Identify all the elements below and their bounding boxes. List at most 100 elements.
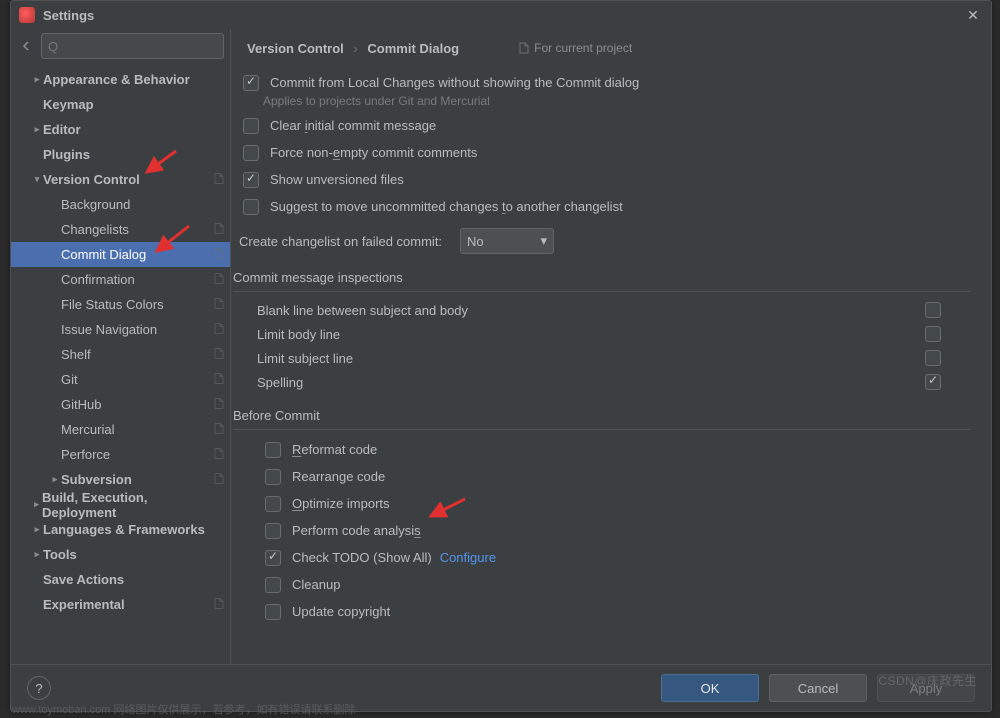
sidebar-item-version-control[interactable]: ▾Version Control bbox=[11, 167, 230, 192]
opt-commit-local-sub: Applies to projects under Git and Mercur… bbox=[263, 94, 971, 108]
before-checkbox[interactable] bbox=[265, 442, 281, 458]
chk-suggest-move[interactable] bbox=[243, 199, 259, 215]
page-icon bbox=[214, 597, 224, 612]
cancel-button[interactable]: Cancel bbox=[769, 674, 867, 702]
sidebar-item-plugins[interactable]: Plugins bbox=[11, 142, 230, 167]
opt-commit-local[interactable]: Commit from Local Changes without showin… bbox=[239, 69, 971, 96]
sidebar-item-tools[interactable]: ▸Tools bbox=[11, 542, 230, 567]
page-icon bbox=[214, 172, 224, 187]
sidebar-item-experimental[interactable]: Experimental bbox=[11, 592, 230, 617]
sidebar-item-perforce[interactable]: Perforce bbox=[11, 442, 230, 467]
before-checkbox[interactable] bbox=[265, 550, 281, 566]
chk-show-unversioned[interactable] bbox=[243, 172, 259, 188]
back-icon[interactable] bbox=[17, 37, 35, 55]
sidebar-item-mercurial[interactable]: Mercurial bbox=[11, 417, 230, 442]
inspection-checkbox[interactable] bbox=[925, 350, 941, 366]
sidebar-item-background[interactable]: Background bbox=[11, 192, 230, 217]
opt-clear-initial[interactable]: Clear initial commit message bbox=[239, 112, 971, 139]
before-commit-row[interactable]: Check TODO (Show All) Configure bbox=[261, 544, 971, 571]
sidebar-item-label: File Status Colors bbox=[61, 297, 164, 312]
inspection-label: Limit subject line bbox=[257, 351, 921, 366]
close-icon[interactable]: ✕ bbox=[963, 5, 983, 25]
before-checkbox[interactable] bbox=[265, 577, 281, 593]
help-button[interactable]: ? bbox=[27, 676, 51, 700]
chk-clear-initial[interactable] bbox=[243, 118, 259, 134]
page-icon bbox=[214, 422, 224, 437]
inspection-label: Blank line between subject and body bbox=[257, 303, 921, 318]
page-icon bbox=[214, 397, 224, 412]
main-header: Version Control › Commit Dialog For curr… bbox=[231, 29, 991, 67]
search-placeholder: Q bbox=[48, 39, 58, 54]
page-icon bbox=[214, 347, 224, 362]
before-checkbox[interactable] bbox=[265, 469, 281, 485]
titlebar: Settings ✕ bbox=[11, 1, 991, 29]
search-row: Q bbox=[11, 29, 230, 63]
footer: ? OK Cancel Apply bbox=[11, 664, 991, 711]
tree-arrow-icon: ▸ bbox=[31, 524, 43, 535]
inspection-checkbox[interactable] bbox=[925, 374, 941, 390]
sidebar-item-file-status-colors[interactable]: File Status Colors bbox=[11, 292, 230, 317]
sidebar-item-github[interactable]: GitHub bbox=[11, 392, 230, 417]
sidebar-item-label: GitHub bbox=[61, 397, 101, 412]
sidebar-item-shelf[interactable]: Shelf bbox=[11, 342, 230, 367]
content: Commit from Local Changes without showin… bbox=[231, 67, 991, 635]
chk-force-nonempty[interactable] bbox=[243, 145, 259, 161]
page-icon bbox=[214, 247, 224, 262]
breadcrumb-a[interactable]: Version Control bbox=[247, 41, 344, 56]
inspection-row[interactable]: Spelling bbox=[239, 370, 971, 394]
opt-suggest-move[interactable]: Suggest to move uncommitted changes to a… bbox=[239, 193, 971, 220]
before-commit-row[interactable]: Update copyright bbox=[261, 598, 971, 625]
opt-show-unversioned[interactable]: Show unversioned files bbox=[239, 166, 971, 193]
inspection-checkbox[interactable] bbox=[925, 302, 941, 318]
sidebar-item-build-execution-deployment[interactable]: ▸Build, Execution, Deployment bbox=[11, 492, 230, 517]
before-commit-row[interactable]: Cleanup bbox=[261, 571, 971, 598]
sidebar-item-changelists[interactable]: Changelists bbox=[11, 217, 230, 242]
sidebar-item-keymap[interactable]: Keymap bbox=[11, 92, 230, 117]
before-checkbox[interactable] bbox=[265, 604, 281, 620]
ok-button[interactable]: OK bbox=[661, 674, 759, 702]
sidebar: Q ▸Appearance & BehaviorKeymap▸EditorPlu… bbox=[11, 29, 231, 664]
before-commit-row[interactable]: Rearrange code bbox=[261, 463, 971, 490]
inspection-row[interactable]: Limit body line bbox=[239, 322, 971, 346]
breadcrumb-b: Commit Dialog bbox=[367, 41, 459, 56]
page-icon bbox=[214, 272, 224, 287]
sidebar-item-label: Tools bbox=[43, 547, 77, 562]
inspection-row[interactable]: Blank line between subject and body bbox=[239, 298, 971, 322]
tree-arrow-icon: ▾ bbox=[31, 174, 43, 185]
sidebar-item-label: Subversion bbox=[61, 472, 132, 487]
before-label: Check TODO (Show All) bbox=[292, 550, 432, 565]
before-commit-row[interactable]: Perform code analysis bbox=[261, 517, 971, 544]
sidebar-item-confirmation[interactable]: Confirmation bbox=[11, 267, 230, 292]
search-input[interactable]: Q bbox=[41, 33, 224, 59]
changelist-select[interactable]: No bbox=[460, 228, 554, 254]
page-icon bbox=[214, 372, 224, 387]
inspection-checkbox[interactable] bbox=[925, 326, 941, 342]
before-checkbox[interactable] bbox=[265, 496, 281, 512]
sidebar-item-label: Editor bbox=[43, 122, 81, 137]
configure-link[interactable]: Configure bbox=[440, 550, 496, 565]
sidebar-item-commit-dialog[interactable]: Commit Dialog bbox=[11, 242, 230, 267]
sidebar-item-label: Keymap bbox=[43, 97, 94, 112]
chk-commit-local[interactable] bbox=[243, 75, 259, 91]
before-commit-row[interactable]: Optimize imports bbox=[261, 490, 971, 517]
inspection-row[interactable]: Limit subject line bbox=[239, 346, 971, 370]
before-checkbox[interactable] bbox=[265, 523, 281, 539]
sidebar-item-subversion[interactable]: ▸Subversion bbox=[11, 467, 230, 492]
before-label: Perform code analysis bbox=[292, 523, 421, 538]
before-commit-row[interactable]: Reformat code bbox=[261, 436, 971, 463]
sidebar-item-save-actions[interactable]: Save Actions bbox=[11, 567, 230, 592]
opt-force-nonempty[interactable]: Force non-empty commit comments bbox=[239, 139, 971, 166]
sidebar-item-editor[interactable]: ▸Editor bbox=[11, 117, 230, 142]
sidebar-item-label: Mercurial bbox=[61, 422, 114, 437]
apply-button[interactable]: Apply bbox=[877, 674, 975, 702]
sidebar-item-languages-frameworks[interactable]: ▸Languages & Frameworks bbox=[11, 517, 230, 542]
page-icon bbox=[214, 322, 224, 337]
sidebar-item-git[interactable]: Git bbox=[11, 367, 230, 392]
page-icon bbox=[214, 222, 224, 237]
before-label: Optimize imports bbox=[292, 496, 390, 511]
settings-dialog: Settings ✕ Q ▸Appearance & Behavior Keyma… bbox=[10, 0, 992, 712]
sidebar-item-label: Build, Execution, Deployment bbox=[42, 490, 210, 520]
settings-tree: ▸Appearance & BehaviorKeymap▸EditorPlugi… bbox=[11, 63, 230, 664]
sidebar-item-issue-navigation[interactable]: Issue Navigation bbox=[11, 317, 230, 342]
sidebar-item-appearance-behavior[interactable]: ▸Appearance & Behavior bbox=[11, 67, 230, 92]
